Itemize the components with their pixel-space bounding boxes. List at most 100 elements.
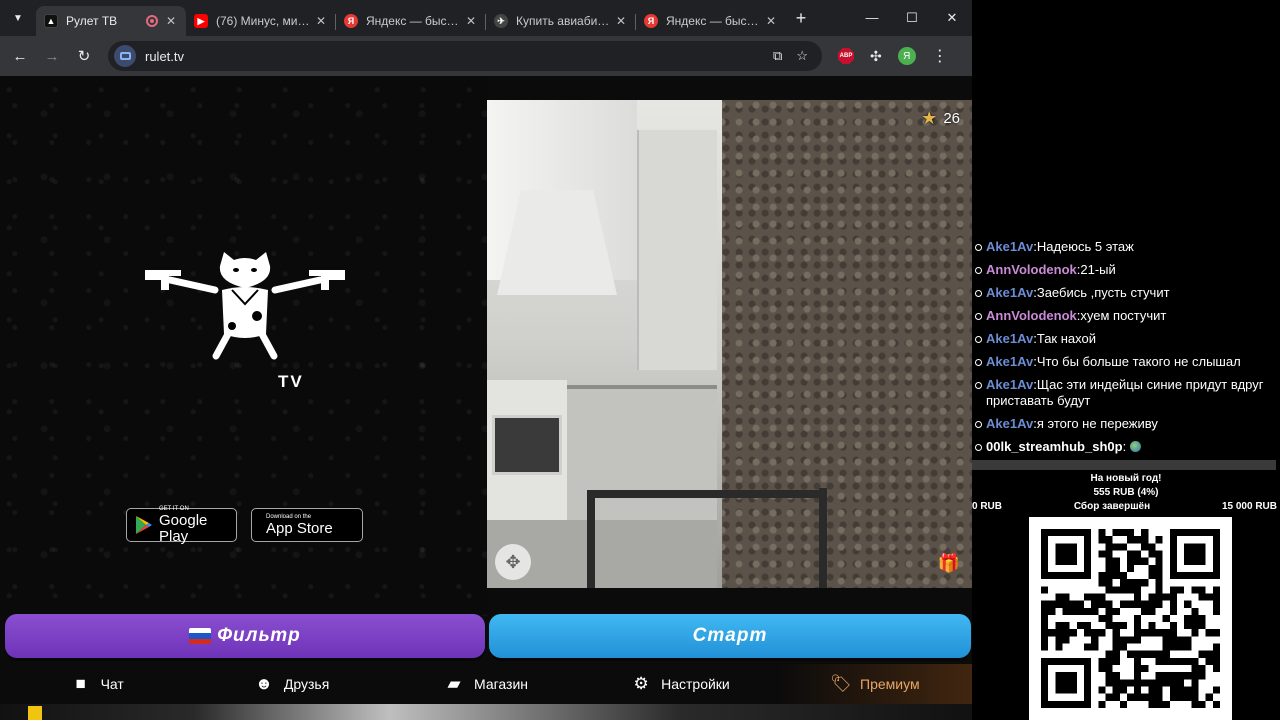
chat-username: AnnVolodenok (986, 308, 1077, 323)
nav-friends[interactable]: ☻ Друзья (194, 664, 388, 704)
more-menu-icon[interactable]: ⋮ (932, 46, 948, 66)
maximize-icon[interactable]: ☐ (892, 10, 932, 26)
gift-icon[interactable]: 🎁 (938, 553, 960, 574)
gear-icon: ⚙ (633, 674, 649, 693)
bookmark-star-icon[interactable]: ☆ (796, 48, 808, 64)
rating-value: 26 (943, 110, 960, 127)
rating-badge: ★ 26 (921, 108, 960, 129)
tab-rulet-tv[interactable]: ▲ Рулет ТВ ✕ (36, 6, 186, 36)
google-play-badge[interactable]: GET IT ON Google Play (126, 506, 237, 545)
chat-username: Ake1Av (986, 354, 1034, 369)
video-feed[interactable]: ★ 26 ✥ 🎁 (487, 100, 972, 588)
globe-emote-icon (1129, 441, 1141, 452)
nav-chat[interactable]: ■ Чат (0, 664, 194, 704)
chat-text: я этого не переживу (1036, 416, 1158, 431)
back-arrow-icon[interactable]: ← (4, 48, 36, 65)
tab-search-button[interactable]: ▼ (0, 0, 36, 36)
chat-username: Ake1Av (986, 416, 1034, 431)
new-tab-button[interactable]: + (786, 8, 816, 29)
nav-settings[interactable]: ⚙ Настройки (583, 664, 777, 704)
tab-title: (76) Минус, минус (216, 14, 314, 28)
google-play-icon (136, 516, 152, 534)
tab-yandex-2[interactable]: Я Яндекс — быстрый ✕ (636, 6, 786, 36)
tab-title: Рулет ТВ (66, 14, 118, 28)
chat-message: Ake1Av:Надеюсь 5 этаж (972, 236, 1280, 259)
goal-min: 0 RUB (972, 501, 1003, 512)
goal-status: Сбор завершён (1073, 501, 1151, 512)
close-tab-icon[interactable]: ✕ (164, 14, 178, 28)
rulet-page: TV GET IT ON Google Play Download on the… (0, 76, 973, 720)
bottom-strip (0, 704, 972, 720)
filter-button-label: Фильтр (217, 625, 301, 646)
chat-text: хуем постучит (1080, 308, 1167, 323)
adblock-icon[interactable]: ABP (838, 48, 854, 64)
stream-chat: Ake1Av:Надеюсь 5 этаж AnnVolodenok:21-ый… (972, 236, 1280, 459)
tab-title: Яндекс — быстрый (366, 14, 464, 28)
browser-tabbar: ▼ ▲ Рулет ТВ ✕ ▶ (76) Минус, минус ✕ Я Я… (0, 0, 972, 36)
address-bar[interactable]: rulet.tv ⧉ ☆ (108, 41, 822, 71)
tag-icon: 🏷 (830, 674, 852, 693)
chat-message: Ake1Av:Что бы больше такого не слышал (972, 351, 1280, 374)
close-tab-icon[interactable]: ✕ (314, 14, 328, 28)
nav-chat-label: Чат (100, 676, 124, 692)
chat-text: Заебись ,пусть стучит (1036, 285, 1170, 300)
chat-username: Ake1Av (986, 239, 1034, 254)
nav-premium[interactable]: 🏷 Премиум (777, 664, 973, 704)
chat-icon: ■ (75, 674, 86, 693)
chat-text: 21-ый (1080, 262, 1116, 277)
nav-friends-label: Друзья (283, 676, 330, 692)
app-store-big: App Store (266, 519, 333, 537)
reload-icon[interactable]: ↻ (68, 47, 100, 65)
chat-text: Надеюсь 5 этаж (1036, 239, 1134, 254)
screen: ▼ ▲ Рулет ТВ ✕ ▶ (76) Минус, минус ✕ Я Я… (0, 0, 1280, 720)
close-tab-icon[interactable]: ✕ (764, 14, 778, 28)
window-controls: — ☐ ✕ (852, 10, 972, 26)
tab-youtube[interactable]: ▶ (76) Минус, минус ✕ (186, 6, 336, 36)
stream-overlay: Ake1Av:Надеюсь 5 этаж AnnVolodenok:21-ый… (972, 0, 1280, 720)
forward-arrow-icon[interactable]: → (36, 48, 68, 65)
tab-yandex-1[interactable]: Я Яндекс — быстрый ✕ (336, 6, 486, 36)
nav-premium-label: Премиум (860, 676, 920, 692)
tab-title: Купить авиабилет (516, 14, 614, 28)
start-button[interactable]: Старт (489, 614, 971, 658)
star-icon: ★ (921, 108, 938, 128)
extensions-puzzle-icon[interactable]: ✣ (870, 48, 882, 65)
chat-username: Ake1Av (986, 285, 1034, 300)
site-camera-icon[interactable] (114, 45, 136, 67)
close-window-icon[interactable]: ✕ (932, 10, 972, 26)
donation-qr-code (1029, 517, 1232, 720)
chat-text: Так нахой (1036, 331, 1096, 346)
russia-flag-icon (189, 628, 212, 644)
app-store-badge[interactable]: Download on the App Store (251, 508, 363, 542)
chat-message: 00lk_streamhub_sh0p: (972, 436, 1280, 459)
close-tab-icon[interactable]: ✕ (614, 14, 628, 28)
goal-max: 15 000 RUB (1221, 501, 1277, 512)
chat-message: Ake1Av:я этого не переживу (972, 413, 1280, 436)
rulet-cat-logo (140, 246, 350, 396)
profile-avatar[interactable]: Я (897, 47, 916, 65)
overlay-divider (972, 460, 1276, 470)
filter-button[interactable]: Фильтр (5, 614, 485, 658)
shop-bag-icon: ▰ (447, 674, 461, 693)
goal-title: На новый год! (1090, 473, 1162, 484)
recording-icon (146, 15, 158, 27)
chat-message: AnnVolodenok:21-ый (972, 259, 1280, 282)
chat-username: Ake1Av (986, 377, 1034, 392)
chat-username: 00lk_streamhub_sh0p (986, 439, 1123, 454)
start-button-label: Старт (692, 625, 768, 646)
chat-text: Что бы больше такого не слышал (1036, 354, 1241, 369)
nav-shop[interactable]: ▰ Магазин (389, 664, 583, 704)
goal-amount: 555 RUB (4%) (1093, 487, 1159, 498)
browser-toolbar: ← → ↻ rulet.tv ⧉ ☆ ABP ✣ Я ⋮ (0, 36, 972, 76)
minimize-icon[interactable]: — (852, 10, 892, 26)
install-app-icon[interactable]: ⧉ (773, 48, 782, 64)
gamepad-icon[interactable]: ✥ (495, 544, 531, 580)
nav-shop-label: Магазин (474, 676, 529, 692)
google-play-big: Google Play (159, 511, 208, 545)
tab-flights[interactable]: ✈ Купить авиабилет ✕ (486, 6, 636, 36)
youtube-icon: ▶ (194, 14, 208, 28)
kitchen-shelf (637, 130, 717, 370)
donation-goal: На новый год! 555 RUB (4%) 0 RUB Сбор за… (972, 472, 1280, 514)
close-tab-icon[interactable]: ✕ (464, 14, 478, 28)
bottom-nav: ■ Чат ☻ Друзья ▰ Магазин ⚙ Настройки 🏷 П… (0, 664, 973, 704)
